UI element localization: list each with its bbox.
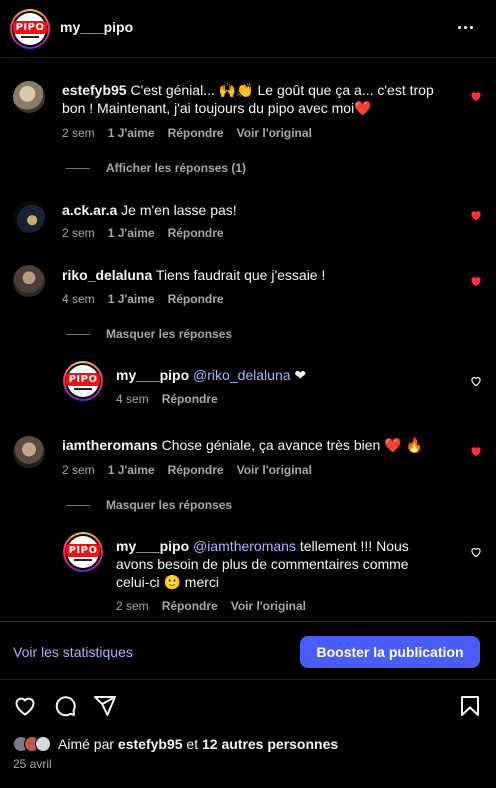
reply-button[interactable]: Répondre xyxy=(168,126,224,140)
like-heart-icon[interactable] xyxy=(13,694,37,718)
liked-heart-icon[interactable] xyxy=(469,89,483,103)
comment-meta: 4 sem 1 J'aime Répondre xyxy=(62,292,224,306)
comment-avatar[interactable] xyxy=(13,265,45,297)
see-original-button[interactable]: Voir l'original xyxy=(237,126,312,140)
comment-avatar[interactable] xyxy=(13,436,45,468)
comment-meta: 2 sem 1 J'aime Répondre Voir l'original xyxy=(62,126,312,140)
reply-username[interactable]: my___pipo xyxy=(116,367,189,383)
likes-text: Aimé par estefyb95 et 12 autres personne… xyxy=(58,736,339,752)
comment-likes-count[interactable]: 1 J'aime xyxy=(108,126,155,140)
comment-time: 2 sem xyxy=(62,126,95,140)
comment-text: a.ck.ar.a Je m'en lasse pas! xyxy=(62,202,237,218)
comment-username[interactable]: iamtheromans xyxy=(62,437,158,453)
see-original-button[interactable]: Voir l'original xyxy=(237,463,312,477)
comment-text: iamtheromans Chose géniale, ça avance tr… xyxy=(62,437,423,453)
reply-button[interactable]: Répondre xyxy=(162,599,218,613)
heart-outline-icon[interactable] xyxy=(469,545,483,559)
comment-username[interactable]: estefyb95 xyxy=(62,82,127,98)
mention-link[interactable]: @riko_delaluna xyxy=(193,367,291,383)
post-date: 25 avril xyxy=(13,757,52,771)
logo-text: PIPO xyxy=(12,20,48,34)
liked-heart-icon[interactable] xyxy=(469,274,483,288)
heart-outline-icon[interactable] xyxy=(469,374,483,388)
comment-text: estefyb95 C'est génial... 🙌👏 Le goût que… xyxy=(62,82,434,116)
liked-heart-icon[interactable] xyxy=(469,208,483,222)
comment-meta: 2 sem 1 J'aime Répondre Voir l'original xyxy=(62,463,312,477)
comment-text: riko_delaluna Tiens faudrait que j'essai… xyxy=(62,267,326,283)
reply-button[interactable]: Répondre xyxy=(162,392,218,406)
share-paper-plane-icon[interactable] xyxy=(93,694,117,718)
save-bookmark-icon[interactable] xyxy=(458,694,482,718)
hide-replies-button[interactable]: Masquer les réponses xyxy=(66,327,232,341)
comment-bubble-icon[interactable] xyxy=(53,694,77,718)
post-header: PIPO my___pipo xyxy=(0,0,496,58)
reply-meta: 4 sem Répondre xyxy=(116,392,218,406)
mention-link[interactable]: @iamtheromans xyxy=(193,538,296,554)
likes-summary[interactable]: Aimé par estefyb95 et 12 autres personne… xyxy=(13,736,338,752)
reply-avatar[interactable]: PIPO xyxy=(63,361,103,401)
show-replies-button[interactable]: Afficher les réponses (1) xyxy=(66,161,246,175)
liker-avatar xyxy=(35,736,51,752)
reply-text: my___pipo @iamtheromans tellement !!! No… xyxy=(116,538,409,590)
insights-bar: Voir les statistiques Booster la publica… xyxy=(0,621,496,680)
comment-meta: 2 sem 1 J'aime Répondre xyxy=(62,226,224,240)
hide-replies-button[interactable]: Masquer les réponses xyxy=(66,498,232,512)
reply-meta: 2 sem Répondre Voir l'original xyxy=(116,599,307,613)
comment-username[interactable]: a.ck.ar.a xyxy=(62,202,117,218)
liker-username[interactable]: estefyb95 xyxy=(118,736,183,752)
other-likers-link[interactable]: 12 autres personnes xyxy=(202,736,338,752)
reply-username[interactable]: my___pipo xyxy=(116,538,189,554)
comment-avatar[interactable] xyxy=(13,81,45,113)
header-username[interactable]: my___pipo xyxy=(60,19,133,35)
liked-heart-icon[interactable] xyxy=(469,444,483,458)
reply-avatar[interactable]: PIPO xyxy=(63,532,103,572)
profile-avatar[interactable]: PIPO xyxy=(10,9,50,49)
see-original-button[interactable]: Voir l'original xyxy=(231,599,306,613)
more-options-icon[interactable] xyxy=(458,26,473,29)
comment-username[interactable]: riko_delaluna xyxy=(62,267,152,283)
reply-text: my___pipo @riko_delaluna ❤ xyxy=(116,367,307,383)
reply-button[interactable]: Répondre xyxy=(168,226,224,240)
view-insights-link[interactable]: Voir les statistiques xyxy=(13,644,133,660)
comment-avatar[interactable] xyxy=(13,201,45,233)
boost-post-button[interactable]: Booster la publication xyxy=(300,636,480,668)
reply-button[interactable]: Répondre xyxy=(168,463,224,477)
reply-button[interactable]: Répondre xyxy=(168,292,224,306)
